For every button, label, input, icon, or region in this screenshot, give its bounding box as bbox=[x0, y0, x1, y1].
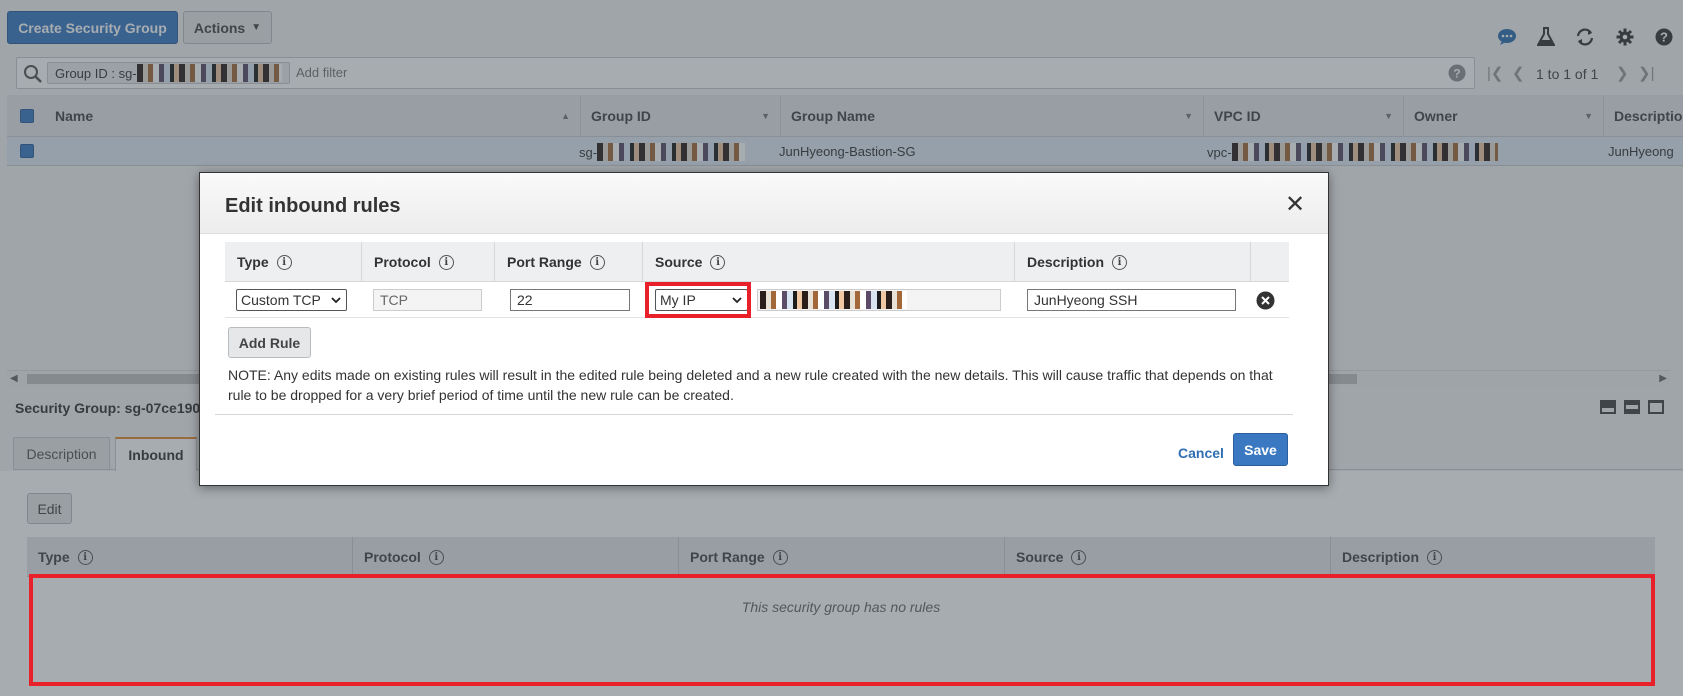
edit-inbound-rules-dialog: Edit inbound rules ✕ Type i Protocol i Por… bbox=[199, 172, 1329, 486]
info-icon: i bbox=[276, 254, 292, 270]
modal-divider bbox=[215, 414, 1293, 415]
rule-row: Custom TCP TCP 22 My IP JunHyeong SSH bbox=[225, 282, 1289, 318]
info-icon: i bbox=[438, 254, 454, 270]
type-select[interactable]: Custom TCP bbox=[236, 289, 347, 311]
source-highlight-box bbox=[645, 282, 751, 318]
port-range-input[interactable]: 22 bbox=[510, 289, 630, 311]
highlight-box bbox=[29, 574, 1655, 686]
info-icon: i bbox=[710, 254, 726, 270]
remove-rule-icon[interactable] bbox=[1256, 291, 1275, 310]
modal-rules-header: Type i Protocol i Port Range i Source i Desc… bbox=[225, 242, 1289, 282]
redacted-ip bbox=[760, 291, 907, 309]
chevron-down-icon bbox=[331, 296, 341, 303]
info-icon: i bbox=[1112, 254, 1128, 270]
modal-note: NOTE: Any edits made on existing rules w… bbox=[228, 367, 1273, 403]
source-cidr-input[interactable] bbox=[757, 289, 1001, 311]
modal-col-type: Type i bbox=[225, 242, 362, 282]
add-rule-button[interactable]: Add Rule bbox=[228, 327, 311, 358]
modal-col-protocol: Protocol i bbox=[362, 242, 495, 282]
info-icon: i bbox=[589, 254, 605, 270]
modal-header: Edit inbound rules ✕ bbox=[200, 173, 1328, 234]
protocol-input: TCP bbox=[373, 289, 482, 311]
modal-col-description: Description i bbox=[1015, 242, 1251, 282]
description-input[interactable]: JunHyeong SSH bbox=[1027, 289, 1236, 311]
save-button[interactable]: Save bbox=[1233, 433, 1288, 466]
modal-title: Edit inbound rules bbox=[225, 195, 401, 217]
cancel-button[interactable]: Cancel bbox=[1178, 445, 1224, 461]
modal-col-source: Source i bbox=[643, 242, 1015, 282]
modal-col-port-range: Port Range i bbox=[495, 242, 643, 282]
close-icon[interactable]: ✕ bbox=[1285, 193, 1305, 217]
